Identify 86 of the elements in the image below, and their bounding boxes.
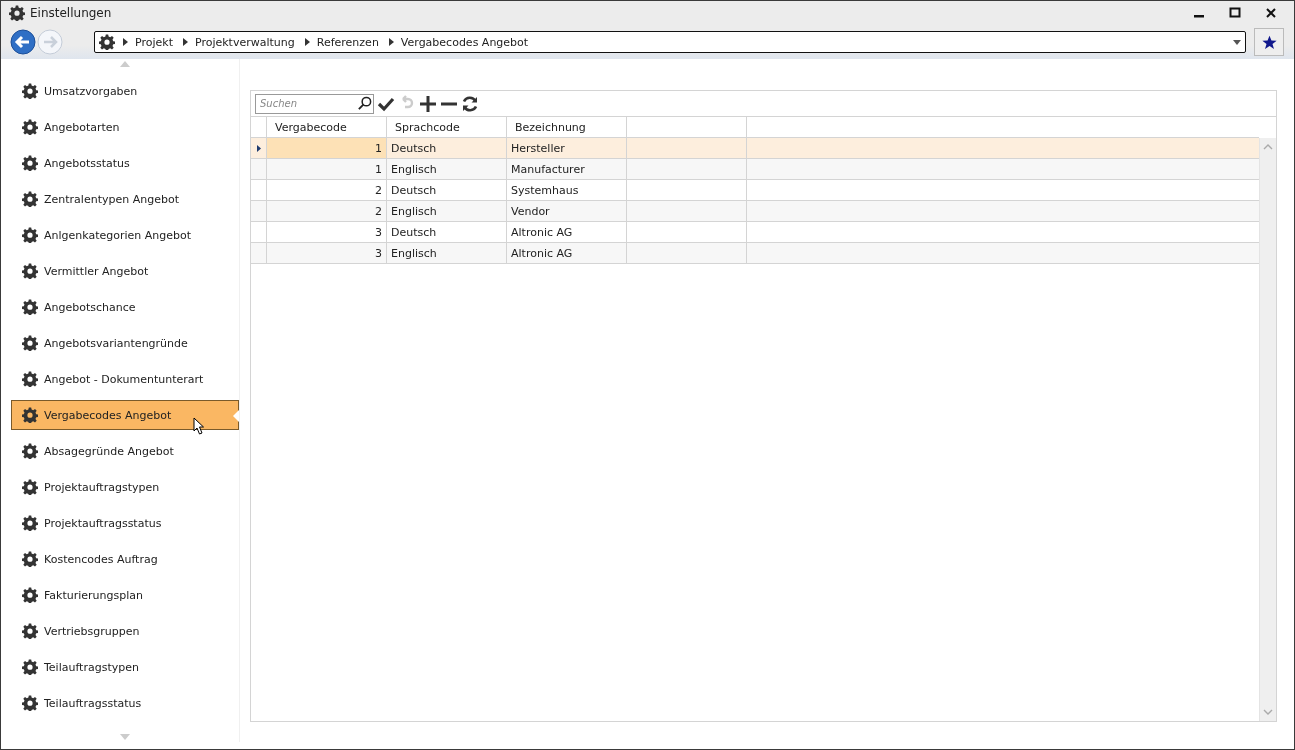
breadcrumb-link[interactable]: Projektverwaltung [194, 35, 295, 49]
gear-icon [22, 371, 38, 387]
search-field[interactable]: Suchen [255, 93, 374, 114]
table-row[interactable]: 2 Deutsch Systemhaus [251, 180, 1259, 201]
breadcrumb-bar[interactable]: Projekt Projektverwaltung Referenzen Vergabecodes Angebot [94, 31, 1246, 53]
table-cell: Englisch [387, 201, 507, 221]
arrow-icon [388, 38, 394, 46]
table-cell: Hersteller [507, 138, 627, 158]
sidebar-item[interactable]: Angebotschance [11, 292, 239, 322]
sidebar-item[interactable]: Vermittler Angebot [11, 256, 239, 286]
sidebar-item[interactable]: Projektauftragstypen [11, 472, 239, 502]
sidebar-item[interactable]: Angebotarten [11, 112, 239, 142]
gear-icon [9, 5, 25, 21]
table-cell: Englisch [387, 243, 507, 263]
gear-icon [22, 227, 38, 243]
dropdown-caret-icon[interactable] [1233, 39, 1241, 45]
sidebar-item[interactable]: Angebotsstatus [11, 148, 239, 178]
breadcrumb-link[interactable]: Vergabecodes Angebot [400, 35, 529, 49]
table-cell: Deutsch [387, 180, 507, 200]
table-row[interactable]: 1 Englisch Manufacturer [251, 159, 1259, 180]
current-row-icon [256, 144, 261, 152]
star-icon [1261, 34, 1277, 50]
gear-icon [22, 335, 38, 351]
gear-icon [22, 515, 38, 531]
table-cell: 2 [267, 180, 387, 200]
table-cell: 1 [267, 138, 387, 158]
sidebar-item[interactable]: Vertriebsgruppen [11, 616, 239, 646]
gear-icon [22, 443, 38, 459]
sidebar-item[interactable]: Kostencodes Auftrag [11, 544, 239, 574]
gear-icon [22, 587, 38, 603]
table-row[interactable]: 3 Deutsch Altronic AG [251, 222, 1259, 243]
gear-icon [99, 34, 115, 50]
column-header[interactable]: Sprachcode [387, 117, 507, 137]
gear-icon [22, 695, 38, 711]
gear-icon [22, 551, 38, 567]
table-cell: Deutsch [387, 222, 507, 242]
table-cell: Deutsch [387, 138, 507, 158]
sidebar-item[interactable]: Teilauftragstypen [11, 652, 239, 682]
table-cell: 3 [267, 243, 387, 263]
gear-icon [22, 407, 38, 423]
gear-icon [22, 479, 38, 495]
gear-icon [22, 263, 38, 279]
window-title: Einstellungen [30, 6, 112, 20]
table-cell: Systemhaus [507, 180, 627, 200]
sidebar-item[interactable]: Fakturierungsplan [11, 580, 239, 610]
column-header[interactable]: Vergabecode [267, 117, 387, 137]
table-cell: 1 [267, 159, 387, 179]
plus-icon[interactable] [419, 94, 437, 113]
table-row[interactable]: 2 Englisch Vendor [251, 201, 1259, 222]
close-icon[interactable] [1264, 6, 1278, 20]
table-row[interactable]: 3 Englisch Altronic AG [251, 243, 1259, 264]
gear-icon [22, 83, 38, 99]
gear-icon [22, 659, 38, 675]
breadcrumb-link[interactable]: Projekt [135, 35, 173, 49]
gear-icon [22, 299, 38, 315]
search-icon[interactable] [357, 95, 372, 111]
table-cell: Englisch [387, 159, 507, 179]
table-cell: Altronic AG [507, 243, 627, 263]
sidebar-item[interactable]: Zentralentypen Angebot [11, 184, 239, 214]
sidebar-item[interactable]: Absagegründe Angebot [11, 436, 239, 466]
mouse-pointer-icon [193, 417, 205, 435]
arrow-icon [123, 38, 128, 46]
sidebar-item[interactable]: Anlgenkategorien Angebot [11, 220, 239, 250]
maximize-icon[interactable] [1228, 6, 1242, 20]
sidebar-item[interactable]: Projektauftragsstatus [11, 508, 239, 538]
column-header[interactable]: Bezeichnung [507, 117, 627, 137]
gear-icon [22, 623, 38, 639]
breadcrumb-link[interactable]: Referenzen [316, 35, 379, 49]
arrow-icon [182, 38, 188, 46]
sidebar-item[interactable]: Teilauftragsstatus [11, 688, 239, 718]
favorite-button[interactable] [1254, 28, 1284, 56]
sidebar-item[interactable]: Angebot - Dokumentunterart [11, 364, 239, 394]
table-cell: Manufacturer [507, 159, 627, 179]
arrow-icon [304, 38, 310, 46]
gear-icon [22, 191, 38, 207]
table-cell: 3 [267, 222, 387, 242]
table-row[interactable]: 1 Deutsch Hersteller [251, 138, 1259, 159]
gear-icon [22, 155, 38, 171]
back-icon[interactable] [10, 29, 36, 55]
refresh-icon[interactable] [461, 94, 479, 113]
gear-icon [22, 119, 38, 135]
table-cell: Vendor [507, 201, 627, 221]
sidebar-item[interactable]: Angebotsvariantengründe [11, 328, 239, 358]
table-cell: Altronic AG [507, 222, 627, 242]
table-cell: 2 [267, 201, 387, 221]
sidebar-item[interactable]: Umsatzvorgaben [11, 76, 239, 106]
